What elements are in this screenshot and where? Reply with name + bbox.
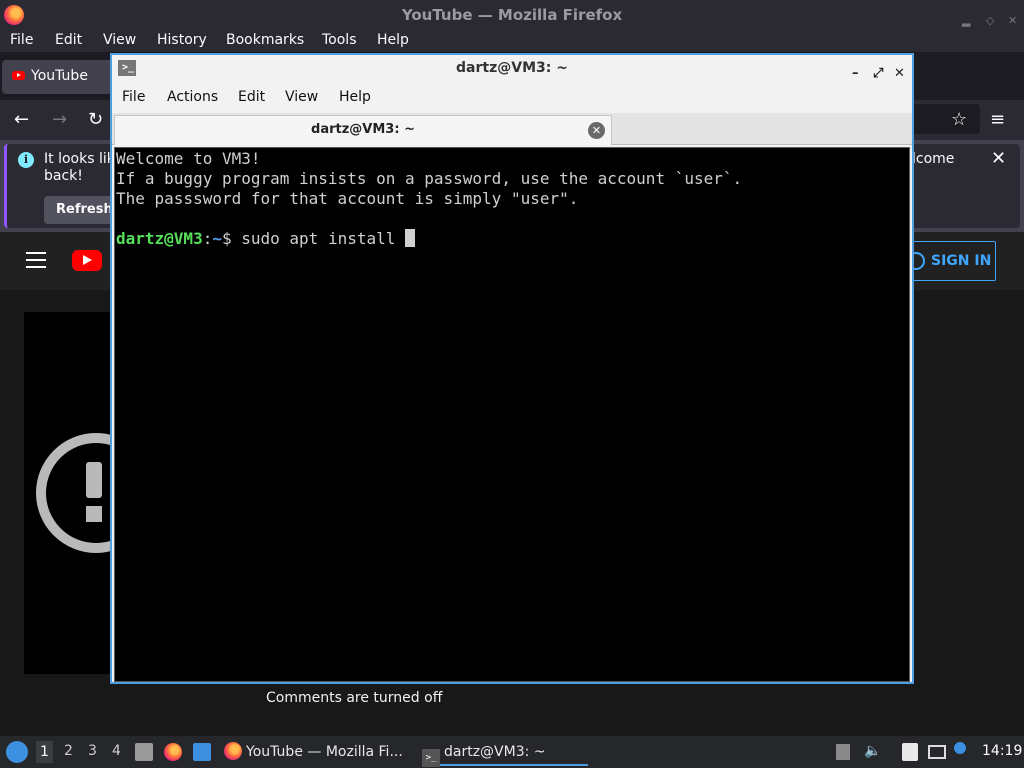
- info-icon: i: [18, 152, 34, 168]
- tab-youtube[interactable]: YouTube: [2, 60, 114, 94]
- menu-view[interactable]: View: [103, 32, 136, 48]
- firefox-icon: [224, 742, 242, 760]
- menu-history[interactable]: History: [157, 32, 207, 48]
- start-menu-icon[interactable]: [6, 741, 28, 763]
- terminal-icon: >_: [118, 60, 136, 76]
- terminal-line-1: Welcome to VM3!: [116, 149, 261, 168]
- taskbar-item-label: dartz@VM3: ~: [444, 744, 546, 760]
- firefox-icon: [4, 5, 24, 25]
- network-icon[interactable]: [928, 745, 946, 759]
- notes-icon[interactable]: [902, 743, 918, 761]
- firefox-launcher-icon[interactable]: [164, 743, 182, 761]
- terminal-icon: >_: [422, 749, 440, 767]
- notification-text-line2: back!: [44, 168, 83, 184]
- terminal-window[interactable]: >_ dartz@VM3: ~ – ⤢ ✕ File Actions Edit …: [110, 53, 914, 684]
- terminal-menu-edit[interactable]: Edit: [238, 89, 265, 105]
- youtube-favicon-icon: [12, 71, 25, 80]
- terminal-window-title: dartz@VM3: ~: [456, 60, 568, 76]
- taskbar-item-label: YouTube — Mozilla Fi...: [246, 744, 403, 760]
- bookmark-star-icon[interactable]: ☆: [951, 109, 967, 130]
- menu-tools[interactable]: Tools: [322, 32, 357, 48]
- tab-close-icon[interactable]: ✕: [588, 122, 605, 139]
- firefox-window-title: YouTube — Mozilla Firefox: [401, 6, 623, 24]
- reload-icon[interactable]: ↻: [88, 109, 103, 130]
- comments-status-text: Comments are turned off: [266, 690, 443, 706]
- notification-text-right: lcome: [912, 151, 955, 167]
- clock[interactable]: 14:19: [982, 743, 1022, 759]
- terminal-output[interactable]: Welcome to VM3! If a buggy program insis…: [114, 147, 910, 682]
- taskbar-item-terminal[interactable]: >_ dartz@VM3: ~: [422, 740, 588, 767]
- menu-bookmarks[interactable]: Bookmarks: [226, 32, 304, 48]
- terminal-menu-view[interactable]: View: [285, 89, 318, 105]
- firefox-menubar: File Edit View History Bookmarks Tools H…: [0, 30, 1024, 52]
- forward-icon[interactable]: →: [52, 109, 67, 130]
- desktop-1[interactable]: 1: [36, 741, 53, 763]
- file-manager-icon[interactable]: [135, 743, 153, 761]
- clipboard-icon[interactable]: [836, 744, 850, 760]
- sign-in-label: SIGN IN: [931, 253, 992, 269]
- desktop-2[interactable]: 2: [64, 743, 73, 759]
- firefox-titlebar[interactable]: YouTube — Mozilla Firefox ▂ ◇ ✕: [0, 0, 1024, 30]
- prompt-path: ~: [212, 229, 222, 248]
- notification-text-line1: It looks lik: [44, 151, 115, 167]
- desktop-3[interactable]: 3: [88, 743, 97, 759]
- terminal-tabbar: dartz@VM3: ~ ✕: [112, 113, 912, 145]
- prompt-user: dartz@VM3: [116, 229, 203, 248]
- app-menu-icon[interactable]: ≡: [990, 109, 1005, 130]
- terminal-menubar: File Actions Edit View Help: [112, 83, 912, 113]
- prompt-separator: :: [202, 229, 213, 248]
- error-exclamation-dot: [86, 506, 102, 522]
- taskbar: 1 2 3 4 YouTube — Mozilla Fi... >_ dartz@…: [0, 736, 1024, 768]
- terminal-line-2: If a buggy program insists on a password…: [116, 169, 743, 188]
- terminal-tab-label: dartz@VM3: ~: [311, 122, 415, 137]
- terminal-menu-help[interactable]: Help: [339, 89, 371, 105]
- menu-edit[interactable]: Edit: [55, 32, 82, 48]
- notification-close-icon[interactable]: ✕: [991, 148, 1006, 169]
- back-icon[interactable]: ←: [14, 109, 29, 130]
- hamburger-menu-icon[interactable]: [26, 252, 46, 268]
- tab-label: YouTube: [31, 68, 88, 84]
- show-desktop-icon[interactable]: [193, 743, 211, 761]
- url-bar[interactable]: [910, 104, 980, 134]
- prompt-symbol: $: [221, 229, 242, 248]
- terminal-line-3: The passsword for that account is simply…: [116, 189, 579, 208]
- terminal-titlebar[interactable]: >_ dartz@VM3: ~ – ⤢ ✕: [112, 55, 912, 83]
- terminal-menu-file[interactable]: File: [122, 89, 145, 105]
- menu-file[interactable]: File: [10, 32, 33, 48]
- taskbar-item-firefox[interactable]: YouTube — Mozilla Fi...: [224, 740, 403, 766]
- error-exclamation-icon: [86, 462, 102, 498]
- youtube-logo-icon[interactable]: [72, 250, 102, 271]
- update-notification-icon[interactable]: [954, 742, 966, 754]
- command-input[interactable]: sudo apt install: [241, 229, 405, 248]
- text-cursor: [405, 229, 416, 247]
- menu-help[interactable]: Help: [377, 32, 409, 48]
- terminal-tab[interactable]: dartz@VM3: ~ ✕: [114, 115, 612, 145]
- desktop-4[interactable]: 4: [112, 743, 121, 759]
- terminal-menu-actions[interactable]: Actions: [167, 89, 218, 105]
- volume-icon[interactable]: 🔈: [864, 743, 881, 759]
